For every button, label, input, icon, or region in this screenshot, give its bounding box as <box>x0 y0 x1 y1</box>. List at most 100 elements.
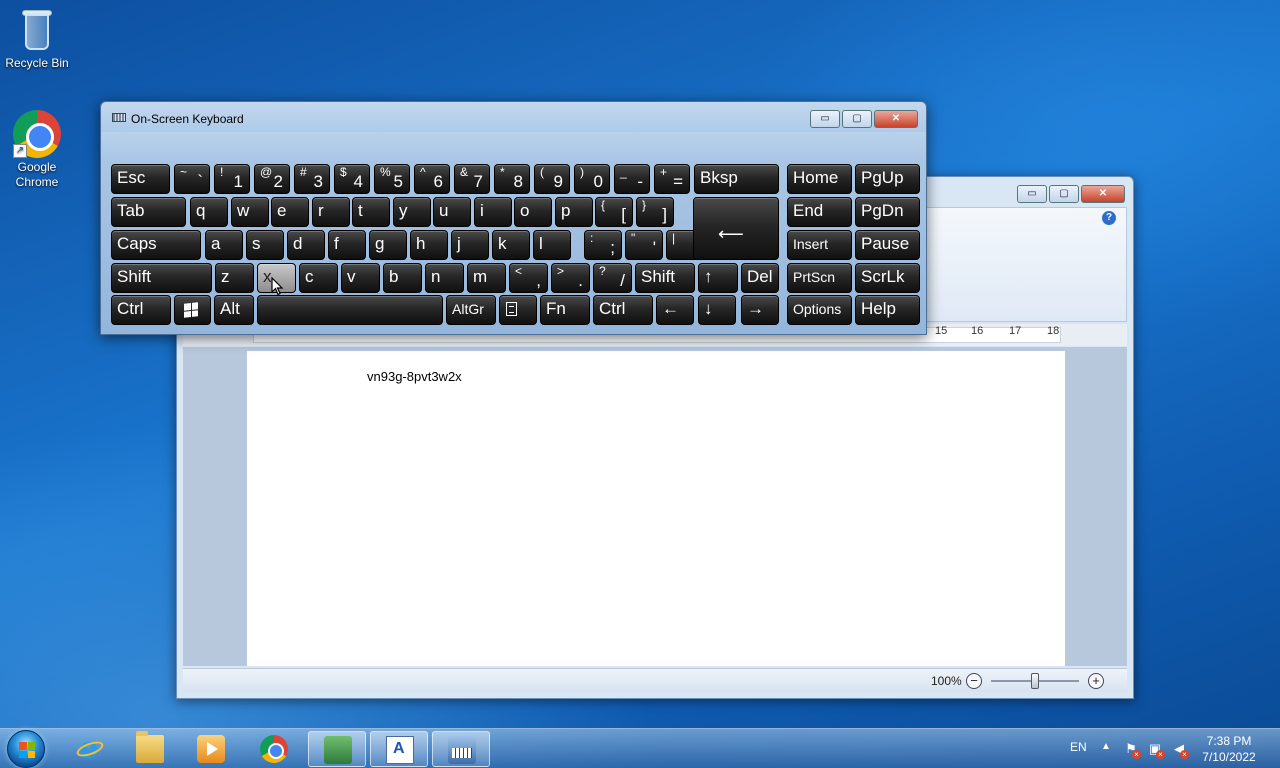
key-=[interactable]: + = <box>654 164 690 194</box>
clock[interactable]: 7:38 PM 7/10/2022 <box>1196 733 1262 765</box>
key-l[interactable]: l <box>533 230 571 260</box>
key-arrow-up[interactable]: ↑ <box>698 263 738 293</box>
key-q[interactable]: q <box>190 197 228 227</box>
taskbar-app[interactable] <box>308 731 366 767</box>
key-help[interactable]: Help <box>855 295 920 325</box>
key-del[interactable]: Del <box>741 263 779 293</box>
desktop-icon-recycle-bin[interactable]: Recycle Bin <box>0 6 74 70</box>
key-d[interactable]: d <box>287 230 325 260</box>
taskbar-chrome[interactable] <box>245 731 303 767</box>
close-button[interactable]: ✕ <box>874 110 918 128</box>
maximize-button[interactable]: ▢ <box>1049 185 1079 203</box>
key-scrlk[interactable]: ScrLk <box>855 263 920 293</box>
key-w[interactable]: w <box>231 197 269 227</box>
key-g[interactable]: g <box>369 230 407 260</box>
key-arrow-left[interactable]: ← <box>656 295 694 325</box>
taskbar-file-explorer[interactable] <box>121 731 179 767</box>
key-end[interactable]: End <box>787 197 852 227</box>
key-n[interactable]: n <box>425 263 464 293</box>
key-v[interactable]: v <box>341 263 380 293</box>
volume-icon[interactable]: ◀ × <box>1171 741 1189 759</box>
key-altgr[interactable]: AltGr <box>446 295 496 325</box>
taskbar-media-player[interactable] <box>182 731 240 767</box>
key-home[interactable]: Home <box>787 164 852 194</box>
taskbar-internet-explorer[interactable]: e <box>60 731 118 767</box>
network-icon[interactable]: ▣ × <box>1147 741 1165 759</box>
key-h[interactable]: h <box>410 230 448 260</box>
zoom-in-button[interactable]: + <box>1088 673 1104 689</box>
start-button[interactable] <box>7 730 45 768</box>
key-,[interactable]: <, <box>509 263 548 293</box>
key-caps[interactable]: Caps <box>111 230 201 260</box>
key-1[interactable]: ! 1 <box>214 164 250 194</box>
key-6[interactable]: ^ 6 <box>414 164 450 194</box>
key-ctrl[interactable]: Ctrl <box>111 295 171 325</box>
key-4[interactable]: $4 <box>334 164 370 194</box>
key-fn[interactable]: Fn <box>540 295 590 325</box>
show-hidden-icons-button[interactable]: ▲ <box>1101 741 1111 752</box>
key-c[interactable]: c <box>299 263 338 293</box>
key-f[interactable]: f <box>328 230 366 260</box>
key-b[interactable]: b <box>383 263 422 293</box>
key-y[interactable]: y <box>393 197 431 227</box>
key-7[interactable]: & 7 <box>454 164 490 194</box>
taskbar-wordpad[interactable] <box>370 731 428 767</box>
title-bar[interactable]: On-Screen Keyboard ▭ ▢ ✕ <box>101 102 926 132</box>
key-8[interactable]: * 8 <box>494 164 530 194</box>
key-/[interactable]: ? / <box>593 263 632 293</box>
key-windows-logo[interactable] <box>174 295 211 325</box>
key-5[interactable]: % 5 <box>374 164 410 194</box>
key-9[interactable]: (9 <box>534 164 570 194</box>
key-s[interactable]: s <box>246 230 284 260</box>
language-indicator[interactable]: EN <box>1070 740 1087 754</box>
key-j[interactable]: j <box>451 230 489 260</box>
key-o[interactable]: o <box>514 197 552 227</box>
key-2[interactable]: @2 <box>254 164 290 194</box>
taskbar-on-screen-keyboard[interactable] <box>432 731 490 767</box>
key-ctrl[interactable]: Ctrl <box>593 295 653 325</box>
key-insert[interactable]: Insert <box>787 230 852 260</box>
key-t[interactable]: t <box>352 197 390 227</box>
key-shift[interactable]: Shift <box>635 263 695 293</box>
key-.[interactable]: >. <box>551 263 590 293</box>
key-prtscn[interactable]: PrtScn <box>787 263 852 293</box>
key-[[interactable]: {[ <box>595 197 633 227</box>
zoom-out-button[interactable]: − <box>966 673 982 689</box>
key-3[interactable]: #3 <box>294 164 330 194</box>
key-p[interactable]: p <box>555 197 593 227</box>
key-a[interactable]: a <box>205 230 243 260</box>
key-enter[interactable]: ⟵ <box>693 197 779 260</box>
close-button[interactable]: ✕ <box>1081 185 1125 203</box>
key-m[interactable]: m <box>467 263 506 293</box>
maximize-button[interactable]: ▢ <box>842 110 872 128</box>
key-0[interactable]: ) 0 <box>574 164 610 194</box>
key-r[interactable]: r <box>312 197 350 227</box>
key-][interactable]: }] <box>636 197 674 227</box>
key-u[interactable]: u <box>433 197 471 227</box>
key-tab[interactable]: Tab <box>111 197 186 227</box>
key-bksp[interactable]: Bksp <box>694 164 779 194</box>
key-`[interactable]: ~ ` <box>174 164 210 194</box>
key-z[interactable]: z <box>215 263 254 293</box>
key-e[interactable]: e <box>271 197 309 227</box>
key--[interactable]: _ - <box>614 164 650 194</box>
key-arrow-down[interactable]: ↓ <box>698 295 736 325</box>
minimize-button[interactable]: ▭ <box>1017 185 1047 203</box>
key-arrow-right[interactable]: → <box>741 295 779 325</box>
key-shift[interactable]: Shift <box>111 263 212 293</box>
desktop-icon-google-chrome[interactable]: ↗ Google Chrome <box>0 110 74 190</box>
zoom-slider-thumb[interactable] <box>1031 673 1039 689</box>
key-;[interactable]: :; <box>584 230 622 260</box>
document-page[interactable]: vn93g-8pvt3w2x <box>247 351 1065 666</box>
help-icon[interactable]: ? <box>1102 211 1116 225</box>
key-k[interactable]: k <box>492 230 530 260</box>
key-i[interactable]: i <box>474 197 512 227</box>
key-pgup[interactable]: PgUp <box>855 164 920 194</box>
key-pgdn[interactable]: PgDn <box>855 197 920 227</box>
key-menu-key[interactable] <box>499 295 537 325</box>
action-center-icon[interactable]: ⚑ × <box>1123 741 1141 759</box>
key-pause[interactable]: Pause <box>855 230 920 260</box>
minimize-button[interactable]: ▭ <box>810 110 840 128</box>
key-'[interactable]: " ' <box>625 230 663 260</box>
key-alt[interactable]: Alt <box>214 295 254 325</box>
